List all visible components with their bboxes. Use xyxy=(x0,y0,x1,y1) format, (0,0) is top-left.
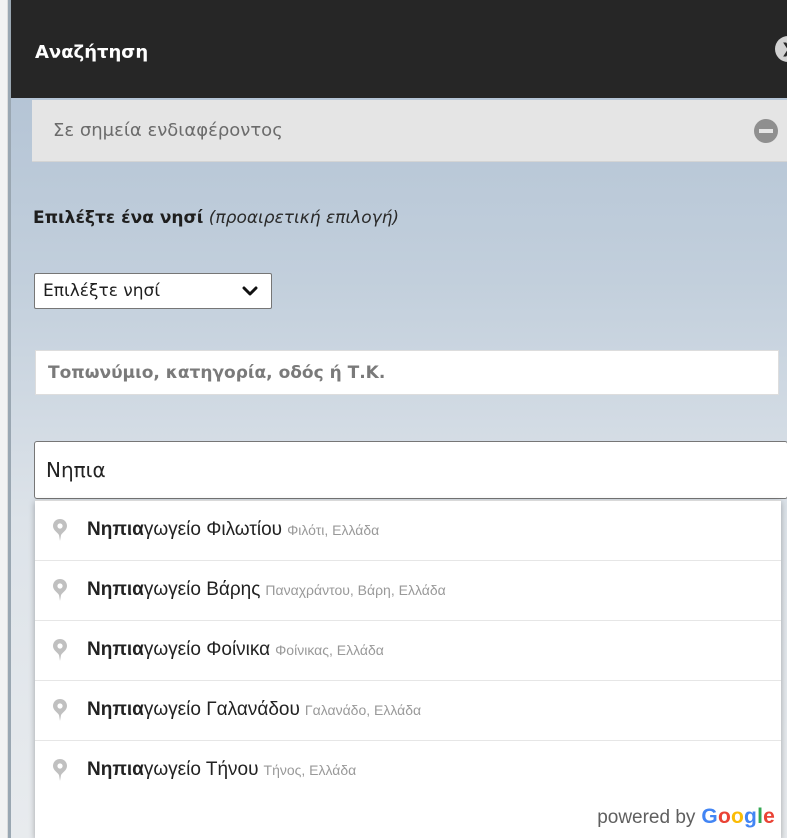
suggestion-item[interactable]: Νηπιαγωγείο Φιλωτίου Φιλότι, Ελλάδα xyxy=(35,501,781,561)
suggestion-item[interactable]: Νηπιαγωγείο Φοίνικα Φοίνικας, Ελλάδα xyxy=(35,621,781,681)
place-search-field[interactable]: Τοπωνύμιο, κατηγορία, οδός ή Τ.Κ. xyxy=(35,350,779,395)
suggestion-secondary: Γαλανάδο, Ελλάδα xyxy=(304,702,422,718)
panel-title: Αναζήτηση xyxy=(35,42,149,63)
suggestion-secondary: Φιλότι, Ελλάδα xyxy=(287,522,380,538)
map-pin-icon xyxy=(53,699,67,721)
suggestion-text: Νηπιαγωγείο Φοίνικα Φοίνικας, Ελλάδα xyxy=(87,639,384,660)
powered-by-google: powered by Google xyxy=(597,803,775,832)
map-pin-icon xyxy=(53,519,67,541)
island-select[interactable]: Επιλέξτε νησί xyxy=(34,273,272,309)
search-panel: Αναζήτηση ❯ Σε σημεία ενδιαφέροντος Επιλ… xyxy=(11,0,787,838)
suggestion-text: Νηπιαγωγείο Τήνου Τήνος, Ελλάδα xyxy=(87,759,357,780)
map-pin-icon xyxy=(53,639,67,661)
section-title: Σε σημεία ενδιαφέροντος xyxy=(53,120,283,141)
minus-circle-icon[interactable] xyxy=(754,119,778,143)
google-logo: Google xyxy=(701,805,775,828)
map-pin-icon xyxy=(53,579,67,601)
chevron-right-icon[interactable]: ❯ xyxy=(775,36,787,62)
panel-header: Αναζήτηση ❯ xyxy=(11,0,787,98)
autocomplete-input-value: Νηπια xyxy=(46,458,106,482)
suggestion-text: Νηπιαγωγείο Βάρης Παναχράντου, Βάρη, Ελλά… xyxy=(87,579,446,600)
suggestion-secondary: Φοίνικας, Ελλάδα xyxy=(275,642,384,658)
map-pin-icon xyxy=(53,759,67,781)
page-gutter xyxy=(0,0,8,838)
suggestion-item[interactable]: Νηπιαγωγείο Βάρης Παναχράντου, Βάρη, Ελλά… xyxy=(35,561,781,621)
island-select-value: Επιλέξτε νησί xyxy=(43,281,161,301)
suggestion-text: Νηπιαγωγείο Φιλωτίου Φιλότι, Ελλάδα xyxy=(87,519,380,540)
suggestion-secondary: Παναχράντου, Βάρη, Ελλάδα xyxy=(265,582,446,598)
autocomplete-dropdown: Νηπιαγωγείο Φιλωτίου Φιλότι, Ελλάδα Νηπια… xyxy=(35,500,781,838)
place-search-placeholder: Τοπωνύμιο, κατηγορία, οδός ή Τ.Κ. xyxy=(48,363,386,383)
island-label-note: (προαιρετική επιλογή) xyxy=(208,208,400,228)
suggestion-item[interactable]: Νηπιαγωγείο Τήνου Τήνος, Ελλάδα xyxy=(35,741,781,801)
island-label-main: Επιλέξτε ένα νησί xyxy=(33,208,204,228)
powered-by-text: powered by xyxy=(597,807,696,828)
poi-section-toggle[interactable]: Σε σημεία ενδιαφέροντος xyxy=(32,100,787,162)
suggestion-secondary: Τήνος, Ελλάδα xyxy=(263,762,357,778)
suggestion-text: Νηπιαγωγείο Γαλανάδου Γαλανάδο, Ελλάδα xyxy=(87,699,422,720)
island-label: Επιλέξτε ένα νησί (προαιρετική επιλογή) xyxy=(33,205,399,231)
chevron-down-icon xyxy=(242,286,258,296)
suggestion-item[interactable]: Νηπιαγωγείο Γαλανάδου Γαλανάδο, Ελλάδα xyxy=(35,681,781,741)
autocomplete-input[interactable]: Νηπια xyxy=(34,441,787,499)
